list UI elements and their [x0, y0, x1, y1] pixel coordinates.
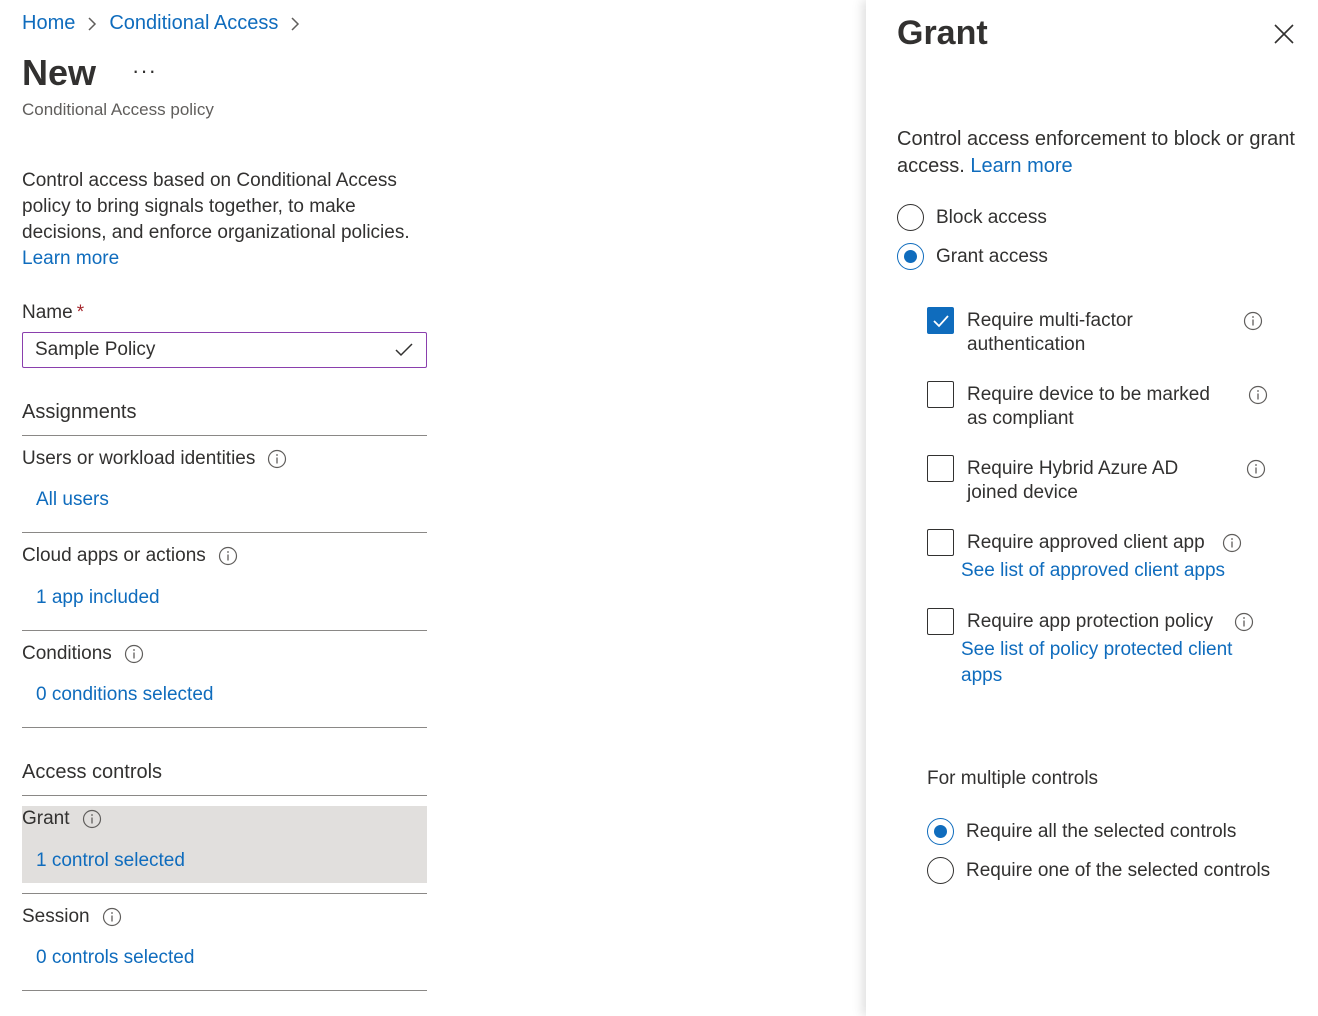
- breadcrumb-conditional-access[interactable]: Conditional Access: [109, 12, 278, 35]
- policy-protected-apps-link[interactable]: See list of policy protected client apps: [961, 637, 1232, 689]
- name-input-value: Sample Policy: [35, 339, 156, 360]
- hybrid-label-line1: Require Hybrid Azure AD: [967, 458, 1179, 479]
- approved-client-apps-link[interactable]: See list of approved client apps: [961, 558, 1225, 584]
- approved-client-app-checkbox[interactable]: [927, 529, 954, 556]
- grant-access-label: Grant access: [936, 245, 1048, 267]
- info-icon[interactable]: [218, 546, 238, 566]
- learn-more-link[interactable]: Learn more: [22, 248, 119, 269]
- require-one-option[interactable]: Require one of the selected controls: [927, 857, 1270, 884]
- multiple-controls-label: For multiple controls: [927, 768, 1099, 789]
- info-icon[interactable]: [267, 449, 287, 469]
- name-label-text: Name: [22, 302, 73, 323]
- block-access-radio[interactable]: [897, 204, 924, 231]
- info-icon[interactable]: [1248, 385, 1268, 405]
- session-value-link[interactable]: 0 controls selected: [36, 947, 194, 969]
- users-label-text: Users or workload identities: [22, 448, 256, 469]
- info-icon[interactable]: [1246, 459, 1266, 479]
- grant-panel-title: Grant: [897, 14, 988, 52]
- grant-description-text: Control access enforcement to block or g…: [897, 128, 1295, 177]
- grant-access-option[interactable]: Grant access: [897, 243, 1048, 270]
- require-one-radio[interactable]: [927, 857, 954, 884]
- require-all-option[interactable]: Require all the selected controls: [927, 818, 1236, 845]
- approved-client-app-label: Require approved client app: [967, 532, 1205, 553]
- mfa-label: Require multi-factor authentication: [967, 309, 1133, 357]
- grant-panel-description: Control access enforcement to block or g…: [897, 126, 1297, 180]
- policy-description: Control access based on Conditional Acce…: [22, 168, 432, 272]
- conditions-label: Conditions: [22, 643, 144, 665]
- grant-label: Grant: [22, 808, 102, 830]
- page-subtitle: Conditional Access policy: [22, 100, 214, 119]
- divider: [22, 990, 427, 991]
- description-text: Control access based on Conditional Acce…: [22, 170, 410, 243]
- divider: [22, 893, 427, 894]
- info-icon[interactable]: [102, 907, 122, 927]
- users-label: Users or workload identities: [22, 448, 287, 470]
- close-icon[interactable]: [1272, 22, 1296, 46]
- chevron-right-icon: [291, 16, 300, 31]
- compliant-device-checkbox[interactable]: [927, 381, 954, 408]
- page-title: New: [22, 52, 97, 93]
- divider: [22, 727, 427, 728]
- cloud-apps-label-text: Cloud apps or actions: [22, 545, 206, 566]
- grant-access-radio[interactable]: [897, 243, 924, 270]
- policy-protected-link-line2: apps: [961, 665, 1003, 686]
- mfa-label-line2: authentication: [967, 334, 1086, 355]
- policy-editor-pane: Home Conditional Access New ··· Conditio…: [0, 0, 866, 1016]
- session-label: Session: [22, 906, 122, 928]
- assignments-title: Assignments: [22, 401, 137, 423]
- block-access-label: Block access: [936, 206, 1047, 228]
- divider: [22, 532, 427, 533]
- require-all-radio[interactable]: [927, 818, 954, 845]
- info-icon[interactable]: [1243, 311, 1263, 331]
- mfa-checkbox[interactable]: [927, 307, 954, 334]
- info-icon[interactable]: [124, 644, 144, 664]
- grant-panel: Grant Control access enforcement to bloc…: [866, 0, 1318, 1016]
- more-options-button[interactable]: ···: [132, 58, 157, 84]
- require-all-label: Require all the selected controls: [966, 820, 1237, 842]
- app-protection-policy-label: Require app protection policy: [967, 611, 1214, 632]
- name-input[interactable]: Sample Policy: [22, 332, 427, 368]
- breadcrumb-home[interactable]: Home: [22, 12, 75, 35]
- cloud-apps-label: Cloud apps or actions: [22, 545, 238, 567]
- breadcrumb: Home Conditional Access: [22, 12, 312, 35]
- conditions-label-text: Conditions: [22, 643, 112, 664]
- policy-protected-link-line1: See list of policy protected client: [961, 639, 1233, 660]
- divider: [22, 435, 427, 436]
- app-protection-policy-checkbox[interactable]: [927, 608, 954, 635]
- divider: [22, 795, 427, 796]
- mfa-label-line1: Require multi-factor: [967, 310, 1133, 331]
- checkmark-icon: [395, 343, 413, 357]
- checkmark-icon: [932, 314, 949, 327]
- grant-learn-more-link[interactable]: Learn more: [970, 155, 1072, 177]
- users-value-link[interactable]: All users: [36, 489, 109, 511]
- info-icon[interactable]: [82, 809, 102, 829]
- compliant-device-label: Require device to be marked as compliant: [967, 383, 1210, 431]
- info-icon[interactable]: [1222, 533, 1242, 553]
- name-label: Name *: [22, 302, 84, 324]
- hybrid-label-line2: joined device: [967, 482, 1078, 503]
- chevron-right-icon: [88, 16, 97, 31]
- hybrid-azure-ad-checkbox[interactable]: [927, 455, 954, 482]
- block-access-option[interactable]: Block access: [897, 204, 1047, 231]
- cloud-apps-value-link[interactable]: 1 app included: [36, 587, 160, 609]
- require-one-label: Require one of the selected controls: [966, 859, 1271, 881]
- conditions-value-link[interactable]: 0 conditions selected: [36, 684, 213, 706]
- compliant-label-line1: Require device to be marked: [967, 384, 1210, 405]
- session-label-text: Session: [22, 906, 90, 927]
- access-controls-title: Access controls: [22, 761, 163, 783]
- info-icon[interactable]: [1234, 612, 1254, 632]
- grant-label-text: Grant: [22, 808, 70, 829]
- grant-value-link[interactable]: 1 control selected: [36, 850, 185, 872]
- divider: [22, 630, 427, 631]
- compliant-label-line2: as compliant: [967, 408, 1074, 429]
- required-marker: *: [76, 302, 85, 323]
- hybrid-azure-ad-label: Require Hybrid Azure AD joined device: [967, 457, 1178, 505]
